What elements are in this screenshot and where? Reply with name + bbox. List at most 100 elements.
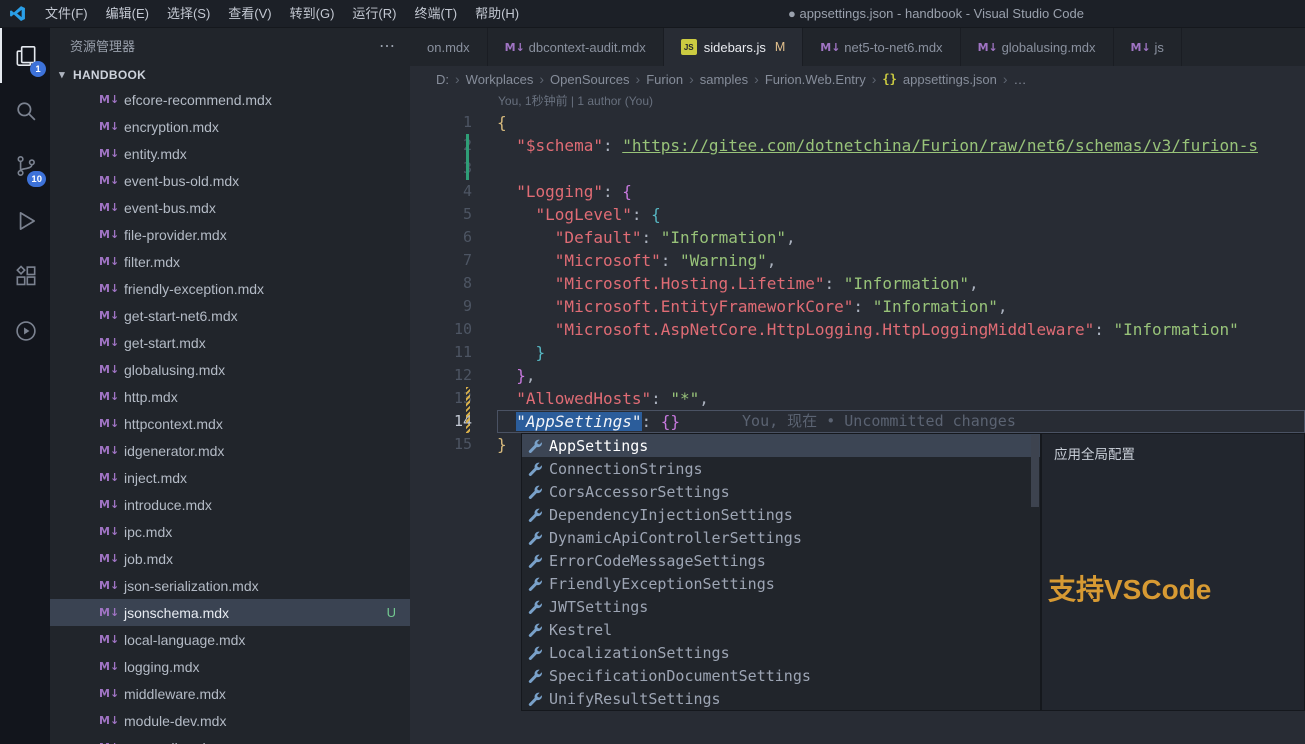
suggest-scrollbar[interactable] — [1031, 435, 1039, 507]
menu-item[interactable]: 运行(R) — [343, 0, 405, 28]
activity-remote[interactable] — [0, 303, 50, 358]
file-item-job-mdx[interactable]: M↓job.mdx — [50, 545, 410, 572]
suggest-item-DynamicApiControllerSettings[interactable]: DynamicApiControllerSettings — [522, 526, 1040, 549]
code-line-body[interactable]: "LogLevel": { — [497, 203, 1305, 226]
menu-item[interactable]: 编辑(E) — [97, 0, 158, 28]
file-item-httpcontext-mdx[interactable]: M↓httpcontext.mdx — [50, 410, 410, 437]
file-item-idgenerator-mdx[interactable]: M↓idgenerator.mdx — [50, 437, 410, 464]
menu-item[interactable]: 转到(G) — [281, 0, 344, 28]
code-line-body[interactable] — [497, 157, 1305, 180]
tab-sidebars-js[interactable]: JSsidebars.jsM — [664, 28, 804, 66]
line-number[interactable]: 15 — [410, 433, 497, 456]
menu-item[interactable]: 终端(T) — [405, 0, 466, 28]
code-line-body[interactable]: "Default": "Information", — [497, 226, 1305, 249]
file-item-http-mdx[interactable]: M↓http.mdx — [50, 383, 410, 410]
line-number[interactable]: 8 — [410, 272, 497, 295]
line-number[interactable]: 12 — [410, 364, 497, 387]
tab-dbcontext-audit-mdx[interactable]: M↓dbcontext-audit.mdx — [488, 28, 664, 66]
breadcrumb-item[interactable]: samples — [700, 72, 748, 87]
line-number[interactable]: 5 — [410, 203, 497, 226]
tab-on-mdx[interactable]: on.mdx — [410, 28, 488, 66]
file-item-filter-mdx[interactable]: M↓filter.mdx — [50, 248, 410, 275]
file-item-middleware-mdx[interactable]: M↓middleware.mdx — [50, 680, 410, 707]
file-item-file-provider-mdx[interactable]: M↓file-provider.mdx — [50, 221, 410, 248]
section-header-handbook[interactable]: ▾ HANDBOOK — [50, 63, 410, 86]
breadcrumb-item[interactable]: D: — [436, 72, 449, 87]
line-number[interactable]: 6 — [410, 226, 497, 249]
breadcrumb-item[interactable]: OpenSources — [550, 72, 630, 87]
activity-run-debug[interactable] — [0, 193, 50, 248]
file-item-ipc-mdx[interactable]: M↓ipc.mdx — [50, 518, 410, 545]
breadcrumb-item[interactable]: … — [1014, 72, 1027, 87]
line-number[interactable]: 13 — [410, 387, 497, 410]
code-token: : — [853, 297, 872, 316]
file-item-local-language-mdx[interactable]: M↓local-language.mdx — [50, 626, 410, 653]
suggest-item-AppSettings[interactable]: AppSettings — [522, 434, 1040, 457]
line-number[interactable]: 3 — [410, 157, 497, 180]
code-line-body[interactable]: "Microsoft.EntityFrameworkCore": "Inform… — [497, 295, 1305, 318]
more-actions-icon[interactable]: ⋯ — [379, 36, 396, 56]
file-item-mongodb-mdx[interactable]: M↓mongodb.mdx — [50, 734, 410, 744]
suggest-item-CorsAccessorSettings[interactable]: CorsAccessorSettings — [522, 480, 1040, 503]
file-item-logging-mdx[interactable]: M↓logging.mdx — [50, 653, 410, 680]
breadcrumb-item[interactable]: Furion — [646, 72, 683, 87]
file-item-module-dev-mdx[interactable]: M↓module-dev.mdx — [50, 707, 410, 734]
line-number[interactable]: 10 — [410, 318, 497, 341]
suggest-item-JWTSettings[interactable]: JWTSettings — [522, 595, 1040, 618]
menu-item[interactable]: 帮助(H) — [466, 0, 528, 28]
code-line-body[interactable]: } — [497, 341, 1305, 364]
code-line-body[interactable]: "Microsoft.Hosting.Lifetime": "Informati… — [497, 272, 1305, 295]
file-item-globalusing-mdx[interactable]: M↓globalusing.mdx — [50, 356, 410, 383]
suggest-item-FriendlyExceptionSettings[interactable]: FriendlyExceptionSettings — [522, 572, 1040, 595]
line-number[interactable]: 11 — [410, 341, 497, 364]
breadcrumb-item[interactable]: Furion.Web.Entry — [765, 72, 866, 87]
line-number[interactable]: 2 — [410, 134, 497, 157]
suggest-item-Kestrel[interactable]: Kestrel — [522, 618, 1040, 641]
tab-js[interactable]: M↓js — [1114, 28, 1182, 66]
suggest-item-ErrorCodeMessageSettings[interactable]: ErrorCodeMessageSettings — [522, 549, 1040, 572]
line-number[interactable]: 1 — [410, 111, 497, 134]
file-item-efcore-recommend-mdx[interactable]: M↓efcore-recommend.mdx — [50, 86, 410, 113]
code-line-body[interactable]: { — [497, 111, 1305, 134]
activity-search[interactable] — [0, 83, 50, 138]
activity-source-control[interactable]: 10 — [0, 138, 50, 193]
file-item-friendly-exception-mdx[interactable]: M↓friendly-exception.mdx — [50, 275, 410, 302]
suggest-item-DependencyInjectionSettings[interactable]: DependencyInjectionSettings — [522, 503, 1040, 526]
code-line-body[interactable]: "Logging": { — [497, 180, 1305, 203]
code-line-body[interactable]: "Microsoft": "Warning", — [497, 249, 1305, 272]
breadcrumb-item[interactable]: appsettings.json — [903, 72, 997, 87]
file-name: job.mdx — [124, 551, 173, 567]
code-line-body[interactable]: }, — [497, 364, 1305, 387]
menu-item[interactable]: 选择(S) — [158, 0, 219, 28]
suggest-item-SpecificationDocumentSettings[interactable]: SpecificationDocumentSettings — [522, 664, 1040, 687]
code-line-body[interactable]: "AppSettings": {}You, 现在 • Uncommitted c… — [497, 410, 1305, 433]
code-line-body[interactable]: "$schema": "https://gitee.com/dotnetchin… — [497, 134, 1305, 157]
file-item-event-bus-mdx[interactable]: M↓event-bus.mdx — [50, 194, 410, 221]
file-item-get-start-net6-mdx[interactable]: M↓get-start-net6.mdx — [50, 302, 410, 329]
file-item-introduce-mdx[interactable]: M↓introduce.mdx — [50, 491, 410, 518]
line-number[interactable]: 4 — [410, 180, 497, 203]
file-item-json-serialization-mdx[interactable]: M↓json-serialization.mdx — [50, 572, 410, 599]
suggest-item-LocalizationSettings[interactable]: LocalizationSettings — [522, 641, 1040, 664]
code-line-body[interactable]: "Microsoft.AspNetCore.HttpLogging.HttpLo… — [497, 318, 1305, 341]
file-item-jsonschema-mdx[interactable]: M↓jsonschema.mdxU — [50, 599, 410, 626]
breadcrumb-item[interactable]: Workplaces — [466, 72, 534, 87]
file-item-inject-mdx[interactable]: M↓inject.mdx — [50, 464, 410, 491]
suggest-item-ConnectionStrings[interactable]: ConnectionStrings — [522, 457, 1040, 480]
activity-extensions[interactable] — [0, 248, 50, 303]
blame-codelens[interactable]: You, 1秒钟前 | 1 author (You) — [410, 92, 1305, 111]
code-line-body[interactable]: "AllowedHosts": "*", — [497, 387, 1305, 410]
file-item-encryption-mdx[interactable]: M↓encryption.mdx — [50, 113, 410, 140]
menu-item[interactable]: 文件(F) — [36, 0, 97, 28]
suggest-item-UnifyResultSettings[interactable]: UnifyResultSettings — [522, 687, 1040, 710]
line-number[interactable]: 7 — [410, 249, 497, 272]
file-item-event-bus-old-mdx[interactable]: M↓event-bus-old.mdx — [50, 167, 410, 194]
file-item-entity-mdx[interactable]: M↓entity.mdx — [50, 140, 410, 167]
line-number[interactable]: 14 — [410, 410, 497, 433]
tab-net5-to-net6-mdx[interactable]: M↓net5-to-net6.mdx — [803, 28, 960, 66]
line-number[interactable]: 9 — [410, 295, 497, 318]
file-item-get-start-mdx[interactable]: M↓get-start.mdx — [50, 329, 410, 356]
tab-globalusing-mdx[interactable]: M↓globalusing.mdx — [961, 28, 1114, 66]
menu-item[interactable]: 查看(V) — [219, 0, 280, 28]
activity-explorer[interactable]: 1 — [0, 28, 50, 83]
